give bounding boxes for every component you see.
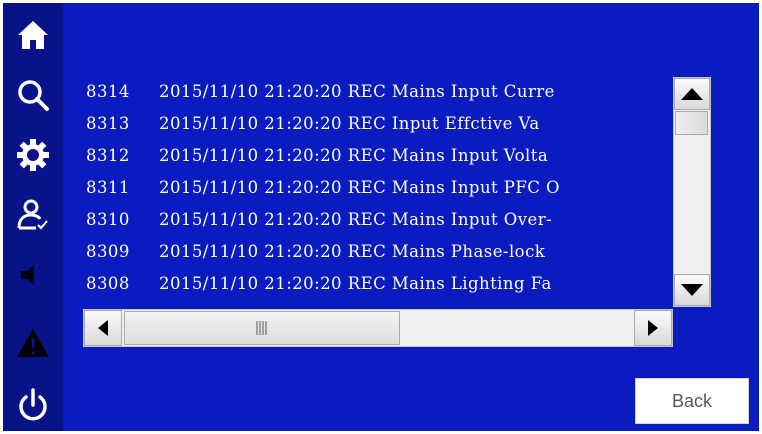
speaker-icon[interactable] xyxy=(11,253,55,297)
log-text: 2015/11/10 21:20:20 REC Mains Input PFC … xyxy=(159,178,560,197)
log-id: 8314 xyxy=(86,82,130,101)
arrow-down-icon xyxy=(681,284,703,296)
log-row[interactable]: 8310 2015/11/10 21:20:20 REC Mains Input… xyxy=(83,205,673,235)
warning-icon[interactable] xyxy=(11,321,55,365)
log-id: 8313 xyxy=(86,114,130,133)
sidebar xyxy=(3,3,63,431)
log-text: 2015/11/10 21:20:20 REC Input Effctive V… xyxy=(159,114,540,133)
log-row[interactable]: 8314 2015/11/10 21:20:20 REC Mains Input… xyxy=(83,77,673,107)
log-id: 8311 xyxy=(86,178,130,197)
event-log-list: 8314 2015/11/10 21:20:20 REC Mains Input… xyxy=(83,77,673,307)
gear-icon[interactable] xyxy=(11,133,55,177)
search-icon[interactable] xyxy=(11,73,55,117)
log-text: 2015/11/10 21:20:20 REC Mains Input Over… xyxy=(159,210,553,229)
vertical-scroll-thumb[interactable] xyxy=(675,111,708,135)
log-id: 8309 xyxy=(86,242,130,261)
scroll-up-button[interactable] xyxy=(674,78,710,110)
grip-icon xyxy=(256,321,267,335)
log-row[interactable]: 8312 2015/11/10 21:20:20 REC Mains Input… xyxy=(83,141,673,171)
log-id: 8308 xyxy=(86,274,130,293)
home-icon[interactable] xyxy=(11,13,55,57)
horizontal-scroll-thumb[interactable] xyxy=(124,311,400,345)
back-button[interactable]: Back xyxy=(635,378,749,424)
main-screen: 8314 2015/11/10 21:20:20 REC Mains Input… xyxy=(3,3,759,431)
log-text: 2015/11/10 21:20:20 REC Mains Lighting F… xyxy=(159,274,552,293)
user-check-icon[interactable] xyxy=(11,193,55,237)
power-icon[interactable] xyxy=(11,383,55,427)
scroll-left-button[interactable] xyxy=(84,310,122,346)
log-id: 8312 xyxy=(86,146,130,165)
log-row[interactable]: 8309 2015/11/10 21:20:20 REC Mains Phase… xyxy=(83,237,673,267)
log-text: 2015/11/10 21:20:20 REC Mains Input Curr… xyxy=(159,82,555,101)
scroll-right-button[interactable] xyxy=(634,310,672,346)
log-text: 2015/11/10 21:20:20 REC Mains Phase-lock xyxy=(159,242,546,261)
log-row[interactable]: 8313 2015/11/10 21:20:20 REC Input Effct… xyxy=(83,109,673,139)
log-row[interactable]: 8308 2015/11/10 21:20:20 REC Mains Light… xyxy=(83,269,673,299)
horizontal-scrollbar[interactable] xyxy=(83,309,673,347)
log-row[interactable]: 8311 2015/11/10 21:20:20 REC Mains Input… xyxy=(83,173,673,203)
arrow-up-icon xyxy=(681,88,703,100)
log-text: 2015/11/10 21:20:20 REC Mains Input Volt… xyxy=(159,146,549,165)
arrow-left-icon xyxy=(98,320,108,336)
scroll-down-button[interactable] xyxy=(674,274,710,306)
vertical-scrollbar[interactable] xyxy=(673,77,711,307)
log-id: 8310 xyxy=(86,210,130,229)
arrow-right-icon xyxy=(648,320,658,336)
